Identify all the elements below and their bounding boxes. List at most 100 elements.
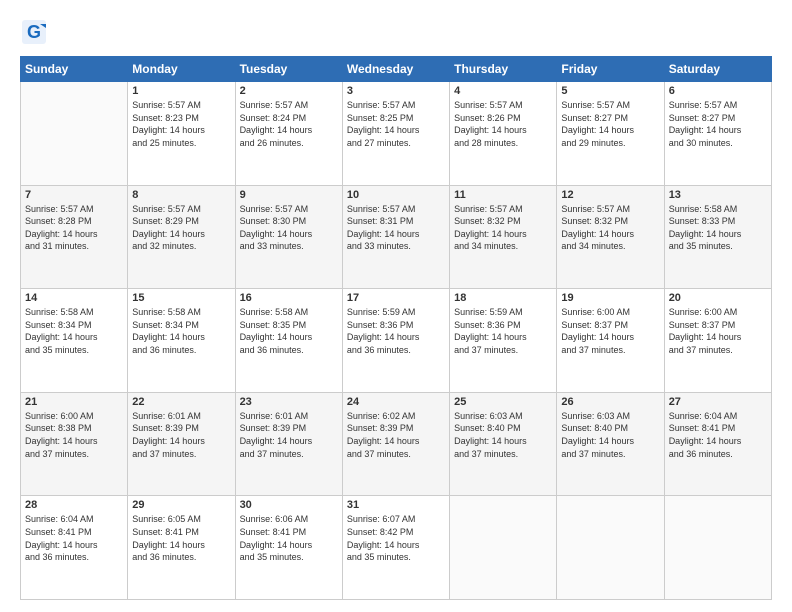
calendar-cell: 12Sunrise: 5:57 AM Sunset: 8:32 PM Dayli… — [557, 185, 664, 289]
calendar-cell: 21 Sunrise: 6:00 AM Sunset: 8:38 PM Dayli… — [21, 392, 128, 496]
calendar-week-row: 21 Sunrise: 6:00 AM Sunset: 8:38 PM Dayli… — [21, 392, 772, 496]
day-number: 31 — [347, 499, 445, 511]
day-number: 15 — [132, 292, 230, 304]
day-number: 30 — [240, 499, 338, 511]
calendar-week-row: 7 Sunrise: 5:57 AM Sunset: 8:28 PM Daylig… — [21, 185, 772, 289]
day-number: 1 — [132, 85, 230, 97]
day-number: 5 — [561, 85, 659, 97]
day-number: 8 — [132, 189, 230, 201]
day-number: 14 — [25, 292, 123, 304]
day-number: 19 — [561, 292, 659, 304]
day-info: Sunrise: 5:57 AM Sunset: 8:27 PM Dayligh… — [561, 99, 659, 149]
day-number: 7 — [25, 189, 123, 201]
day-number: 10 — [347, 189, 445, 201]
calendar-header-wednesday: Wednesday — [342, 57, 449, 82]
calendar-week-row: 14 Sunrise: 5:58 AM Sunset: 8:34 PM Dayli… — [21, 289, 772, 393]
day-info: Sunrise: 5:57 AM Sunset: 8:26 PM Dayligh… — [454, 99, 552, 149]
calendar-cell: 30 Sunrise: 6:06 AM Sunset: 8:41 PM Dayli… — [235, 496, 342, 600]
day-number: 6 — [669, 85, 767, 97]
day-info: Sunrise: 6:02 AM Sunset: 8:39 PM Dayligh… — [347, 410, 445, 460]
calendar-cell — [557, 496, 664, 600]
header: G — [20, 18, 772, 46]
day-number: 25 — [454, 396, 552, 408]
calendar-cell: 18 Sunrise: 5:59 AM Sunset: 8:36 PM Dayli… — [450, 289, 557, 393]
day-number: 3 — [347, 85, 445, 97]
day-info: Sunrise: 6:04 AM Sunset: 8:41 PM Dayligh… — [669, 410, 767, 460]
day-number: 20 — [669, 292, 767, 304]
calendar-cell: 27 Sunrise: 6:04 AM Sunset: 8:41 PM Dayli… — [664, 392, 771, 496]
calendar-cell: 4 Sunrise: 5:57 AM Sunset: 8:26 PM Daylig… — [450, 82, 557, 186]
day-info: Sunrise: 5:58 AM Sunset: 8:35 PM Dayligh… — [240, 306, 338, 356]
calendar-cell: 3 Sunrise: 5:57 AM Sunset: 8:25 PM Daylig… — [342, 82, 449, 186]
day-info: Sunrise: 5:57 AM Sunset: 8:30 PM Dayligh… — [240, 203, 338, 253]
calendar-cell: 24 Sunrise: 6:02 AM Sunset: 8:39 PM Dayli… — [342, 392, 449, 496]
calendar-cell: 31Sunrise: 6:07 AM Sunset: 8:42 PM Dayli… — [342, 496, 449, 600]
day-info: Sunrise: 6:04 AM Sunset: 8:41 PM Dayligh… — [25, 513, 123, 563]
calendar-cell: 6 Sunrise: 5:57 AM Sunset: 8:27 PM Daylig… — [664, 82, 771, 186]
day-number: 9 — [240, 189, 338, 201]
calendar-cell: 8 Sunrise: 5:57 AM Sunset: 8:29 PM Daylig… — [128, 185, 235, 289]
day-info: Sunrise: 6:00 AM Sunset: 8:37 PM Dayligh… — [669, 306, 767, 356]
calendar-cell: 25Sunrise: 6:03 AM Sunset: 8:40 PM Dayli… — [450, 392, 557, 496]
calendar-cell: 16 Sunrise: 5:58 AM Sunset: 8:35 PM Dayli… — [235, 289, 342, 393]
day-number: 29 — [132, 499, 230, 511]
calendar-header-monday: Monday — [128, 57, 235, 82]
calendar-cell: 5 Sunrise: 5:57 AM Sunset: 8:27 PM Daylig… — [557, 82, 664, 186]
day-info: Sunrise: 5:57 AM Sunset: 8:31 PM Dayligh… — [347, 203, 445, 253]
calendar-header-saturday: Saturday — [664, 57, 771, 82]
day-info: Sunrise: 6:01 AM Sunset: 8:39 PM Dayligh… — [132, 410, 230, 460]
day-info: Sunrise: 5:57 AM Sunset: 8:32 PM Dayligh… — [454, 203, 552, 253]
calendar-cell: 29 Sunrise: 6:05 AM Sunset: 8:41 PM Dayli… — [128, 496, 235, 600]
day-info: Sunrise: 5:59 AM Sunset: 8:36 PM Dayligh… — [347, 306, 445, 356]
day-number: 21 — [25, 396, 123, 408]
day-number: 28 — [25, 499, 123, 511]
day-info: Sunrise: 6:00 AM Sunset: 8:37 PM Dayligh… — [561, 306, 659, 356]
day-number: 22 — [132, 396, 230, 408]
day-info: Sunrise: 5:57 AM Sunset: 8:28 PM Dayligh… — [25, 203, 123, 253]
calendar-cell: 17 Sunrise: 5:59 AM Sunset: 8:36 PM Dayli… — [342, 289, 449, 393]
calendar-cell — [664, 496, 771, 600]
day-number: 23 — [240, 396, 338, 408]
calendar-cell: 28 Sunrise: 6:04 AM Sunset: 8:41 PM Dayli… — [21, 496, 128, 600]
calendar-cell: 2 Sunrise: 5:57 AM Sunset: 8:24 PM Daylig… — [235, 82, 342, 186]
day-info: Sunrise: 6:06 AM Sunset: 8:41 PM Dayligh… — [240, 513, 338, 563]
day-number: 2 — [240, 85, 338, 97]
day-info: Sunrise: 5:58 AM Sunset: 8:33 PM Dayligh… — [669, 203, 767, 253]
calendar-cell: 11 Sunrise: 5:57 AM Sunset: 8:32 PM Dayli… — [450, 185, 557, 289]
day-number: 18 — [454, 292, 552, 304]
day-number: 24 — [347, 396, 445, 408]
calendar-header-friday: Friday — [557, 57, 664, 82]
day-number: 4 — [454, 85, 552, 97]
page: G SundayMondayTuesdayWednesdayThursdayFr… — [0, 0, 792, 612]
day-info: Sunrise: 5:57 AM Sunset: 8:29 PM Dayligh… — [132, 203, 230, 253]
day-number: 11 — [454, 189, 552, 201]
day-info: Sunrise: 5:58 AM Sunset: 8:34 PM Dayligh… — [25, 306, 123, 356]
day-info: Sunrise: 6:01 AM Sunset: 8:39 PM Dayligh… — [240, 410, 338, 460]
calendar-cell — [450, 496, 557, 600]
day-number: 16 — [240, 292, 338, 304]
day-info: Sunrise: 6:05 AM Sunset: 8:41 PM Dayligh… — [132, 513, 230, 563]
calendar-cell: 15Sunrise: 5:58 AM Sunset: 8:34 PM Dayli… — [128, 289, 235, 393]
day-info: Sunrise: 5:57 AM Sunset: 8:23 PM Dayligh… — [132, 99, 230, 149]
day-info: Sunrise: 5:57 AM Sunset: 8:27 PM Dayligh… — [669, 99, 767, 149]
calendar-cell: 13Sunrise: 5:58 AM Sunset: 8:33 PM Dayli… — [664, 185, 771, 289]
calendar-week-row: 28 Sunrise: 6:04 AM Sunset: 8:41 PM Dayli… — [21, 496, 772, 600]
day-number: 27 — [669, 396, 767, 408]
calendar-cell: 23 Sunrise: 6:01 AM Sunset: 8:39 PM Dayli… — [235, 392, 342, 496]
day-info: Sunrise: 5:57 AM Sunset: 8:25 PM Dayligh… — [347, 99, 445, 149]
calendar-header-sunday: Sunday — [21, 57, 128, 82]
calendar-cell: 19 Sunrise: 6:00 AM Sunset: 8:37 PM Dayli… — [557, 289, 664, 393]
svg-text:G: G — [27, 22, 41, 42]
day-number: 17 — [347, 292, 445, 304]
day-info: Sunrise: 5:59 AM Sunset: 8:36 PM Dayligh… — [454, 306, 552, 356]
calendar-cell: 22 Sunrise: 6:01 AM Sunset: 8:39 PM Dayli… — [128, 392, 235, 496]
calendar-cell: 14 Sunrise: 5:58 AM Sunset: 8:34 PM Dayli… — [21, 289, 128, 393]
day-info: Sunrise: 5:57 AM Sunset: 8:32 PM Dayligh… — [561, 203, 659, 253]
calendar-cell: 9 Sunrise: 5:57 AM Sunset: 8:30 PM Daylig… — [235, 185, 342, 289]
calendar-cell: 26Sunrise: 6:03 AM Sunset: 8:40 PM Dayli… — [557, 392, 664, 496]
day-info: Sunrise: 5:57 AM Sunset: 8:24 PM Dayligh… — [240, 99, 338, 149]
calendar-cell: 7 Sunrise: 5:57 AM Sunset: 8:28 PM Daylig… — [21, 185, 128, 289]
day-info: Sunrise: 6:00 AM Sunset: 8:38 PM Dayligh… — [25, 410, 123, 460]
calendar-header-thursday: Thursday — [450, 57, 557, 82]
calendar-cell: 1 Sunrise: 5:57 AM Sunset: 8:23 PM Daylig… — [128, 82, 235, 186]
